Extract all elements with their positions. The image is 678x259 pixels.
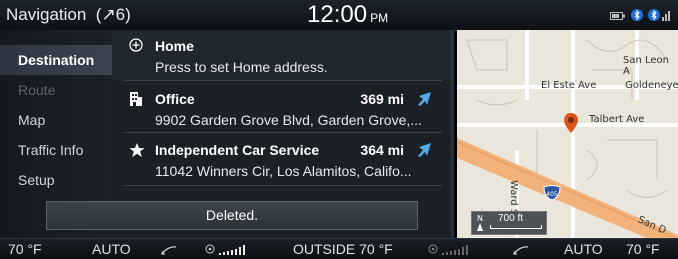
street-label: Ward S [508,180,519,216]
list-item-subtitle: 9902 Garden Grove Blvd, Garden Grove,... [155,112,422,128]
left-climate-mode[interactable]: AUTO [92,241,131,257]
fan-speed-icon[interactable] [205,242,253,259]
direction-arrow-icon [416,91,432,112]
right-climate-mode[interactable]: AUTO [564,241,603,257]
left-temperature[interactable]: 70 °F [8,241,42,257]
north-arrow-icon: N [475,213,485,238]
battery-icon [610,8,626,26]
list-item-title: Independent Car Service [155,142,320,158]
street-label: El Este Ave [541,80,597,91]
add-circle-icon [129,38,143,57]
airflow-icon[interactable] [160,243,178,259]
status-icons [610,8,670,26]
list-item-home[interactable]: Home Press to set Home address. [112,30,454,80]
bluetooth-icon [631,8,643,26]
svg-text:N: N [477,214,483,223]
highway-shield-icon: 405 [543,185,561,206]
status-bar: Navigation (↗6) 12:00 PM [0,0,678,31]
list-item-title: Office [155,91,195,107]
building-icon [129,91,143,112]
sidebar-item-setup[interactable]: Setup [0,165,112,195]
sidebar-item-destination[interactable]: Destination [0,45,112,75]
climate-bar: 70 °F AUTO OUTSIDE 70 °F AUTO 70 °F [0,238,678,259]
street-label: Talbert Ave [589,114,645,125]
list-item-office[interactable]: Office 369 mi 9902 Garden Grove Blvd, Ga… [112,81,454,131]
distance-label: 364 mi [360,142,404,158]
map-view[interactable]: San Leon A El Este Ave Goldeneye Talbert… [457,30,678,238]
fan-speed-right-icon[interactable] [428,242,476,259]
list-item-subtitle: 11042 Winners Cir, Los Alamitos, Califo.… [155,163,412,179]
street-label: San Leon A [623,55,669,77]
highway-shield-number: 405 [546,191,558,198]
scale-bar [490,225,542,229]
location-pin-icon[interactable] [563,112,579,139]
airflow-right-icon[interactable] [512,243,530,259]
status-title: Navigation (↗6) [6,5,131,24]
clock: 12:00 PM [307,1,389,28]
scale-label: 700 ft [498,213,524,224]
distance-label: 369 mi [360,91,404,107]
list-item-subtitle: Press to set Home address. [155,59,328,75]
right-temperature[interactable]: 70 °F [626,241,660,257]
toast-message: Deleted. [46,201,418,230]
star-icon [129,142,145,163]
scrollbar[interactable] [451,30,454,238]
list-item-title: Home [155,38,194,54]
direction-arrow-icon [416,142,432,163]
map-scale: N 700 ft [471,211,547,235]
sidebar-item-route[interactable]: Route [0,75,112,105]
bluetooth-signal-icon [648,8,670,26]
list-item-car-service[interactable]: Independent Car Service 364 mi 11042 Win… [112,133,454,183]
outside-temperature: OUTSIDE 70 °F [293,241,393,257]
sidebar-item-map[interactable]: Map [0,105,112,135]
sidebar-item-traffic-info[interactable]: Traffic Info [0,135,112,165]
nav-indicator: (↗6) [95,5,131,24]
street-label: Goldeneye [625,80,678,91]
divider [124,185,442,186]
